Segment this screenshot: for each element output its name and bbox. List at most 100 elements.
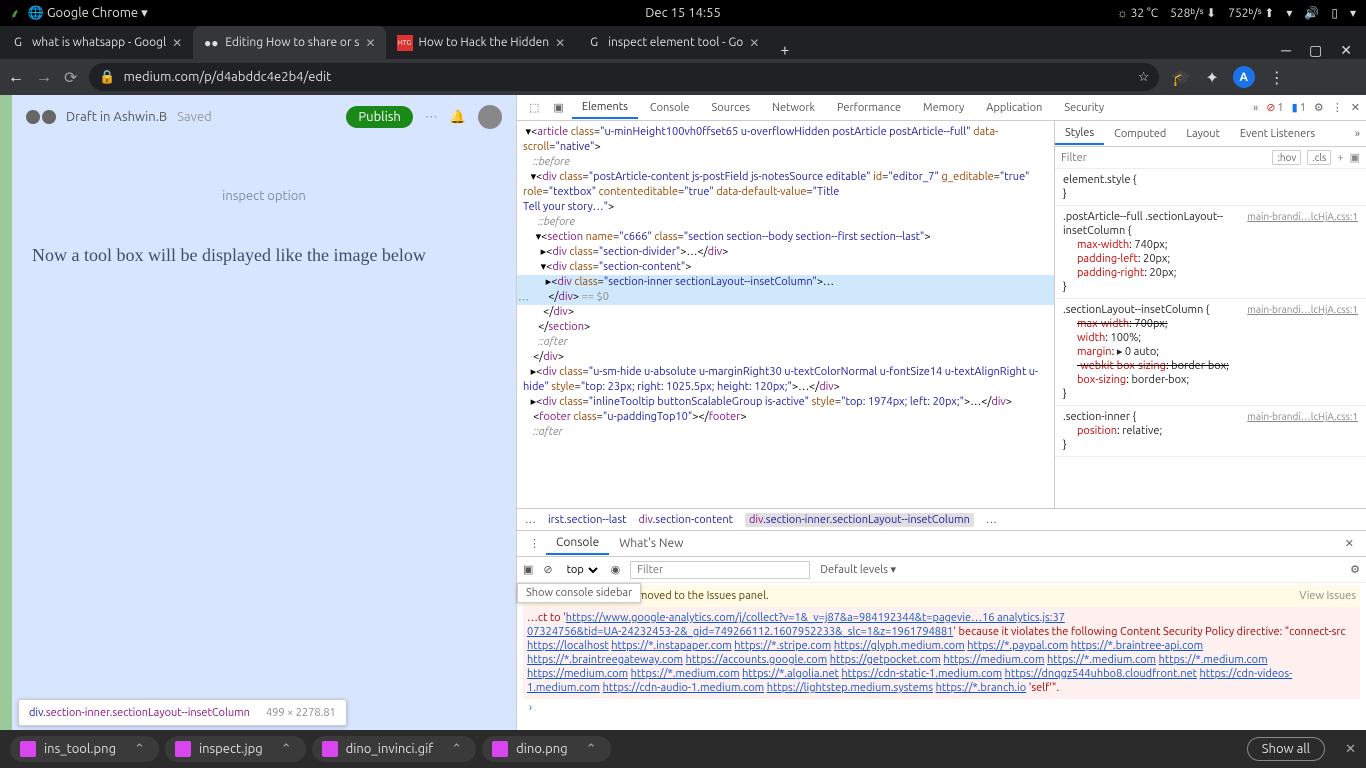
tab-network[interactable]: Network — [762, 98, 825, 118]
chevron-up-icon[interactable]: ⌃ — [134, 742, 145, 757]
info-count[interactable]: ▮1 — [1292, 101, 1306, 114]
live-expression-icon[interactable]: ◉ — [611, 563, 621, 576]
tab-performance[interactable]: Performance — [827, 98, 911, 118]
window-close-button[interactable]: ✕ — [1340, 42, 1352, 59]
settings-gear-icon[interactable]: ⚙ — [1314, 101, 1324, 114]
wifi-icon[interactable]: ▾ — [1286, 6, 1292, 20]
tab-security[interactable]: Security — [1054, 98, 1114, 118]
tab-application[interactable]: Application — [976, 98, 1052, 118]
tab-elements[interactable]: Elements — [572, 97, 638, 119]
browser-tab[interactable]: HTGHow to Hack the Hidden✕ — [387, 26, 576, 59]
net-down: 528ᵇ/ˢ ⬇ — [1170, 6, 1216, 20]
new-tab-button[interactable]: + — [770, 41, 799, 59]
close-icon[interactable]: ✕ — [365, 36, 375, 50]
more-icon[interactable]: ⋯ — [425, 110, 438, 125]
medium-editor-header: Draft in Ashwin.B Saved Publish ⋯ 🔔 — [12, 95, 516, 139]
download-item[interactable]: inspect.jpg⌃ — [165, 736, 306, 762]
close-icon[interactable]: ✕ — [749, 36, 759, 50]
chevron-up-icon[interactable]: ⌃ — [281, 742, 292, 757]
execution-context-select[interactable]: top — [563, 563, 601, 577]
element-inspector-tooltip: div.section-inner.sectionLayout--insetCo… — [18, 699, 347, 726]
console-sidebar-toggle[interactable]: ▣ — [523, 563, 533, 576]
device-toolbar-icon[interactable]: ▣ — [547, 101, 569, 114]
google-favicon: G — [10, 35, 26, 51]
extension-icon[interactable]: 🎓 — [1171, 68, 1191, 87]
download-item[interactable]: dino.png⌃ — [482, 736, 610, 762]
drawer-tab-whatsnew[interactable]: What's New — [609, 533, 693, 554]
drawer-menu-icon[interactable]: ⋮ — [523, 537, 546, 550]
devtools-menu-icon[interactable]: ⋮ — [1332, 101, 1343, 114]
style-rules[interactable]: element.style {}main-brandi…lcHjA.css:1.… — [1055, 169, 1366, 508]
clear-console-icon[interactable]: ⊘ — [543, 563, 552, 576]
chrome-toolbar: ← → ⟳ 🔒 medium.com/p/d4abddc4e2b4/edit ☆… — [0, 59, 1366, 95]
tab-console[interactable]: Console — [640, 98, 700, 118]
bookmark-star-icon[interactable]: ☆ — [1138, 70, 1150, 85]
minimize-button[interactable]: ─ — [1281, 42, 1291, 59]
back-button[interactable]: ← — [8, 68, 24, 87]
medium-favicon: ●● — [203, 35, 219, 51]
downloads-bar: ins_tool.png⌃inspect.jpg⌃dino_invinci.gi… — [0, 730, 1366, 768]
console-prompt[interactable]: › — [523, 699, 1360, 717]
profile-avatar[interactable]: A — [1233, 66, 1255, 88]
chrome-menu-icon[interactable]: ⋮ — [1269, 68, 1285, 87]
tab-computed[interactable]: Computed — [1104, 124, 1176, 144]
show-all-downloads-button[interactable]: Show all — [1247, 737, 1325, 761]
forward-button[interactable]: → — [36, 68, 52, 87]
more-tabs-icon[interactable]: » — [1349, 128, 1366, 140]
extensions-puzzle-icon[interactable]: ✦ — [1205, 68, 1218, 87]
tab-sources[interactable]: Sources — [702, 98, 761, 118]
chrome-app-menu[interactable]: 🌐 Google Chrome ▾ — [28, 6, 148, 21]
saved-label: Saved — [177, 110, 212, 124]
download-item[interactable]: dino_invinci.gif⌃ — [312, 736, 477, 762]
maximize-button[interactable]: ▢ — [1309, 42, 1322, 59]
inspect-element-icon[interactable]: ⬚ — [523, 101, 545, 114]
console-output[interactable]: View Issues… matches have been moved to … — [517, 583, 1366, 730]
address-bar[interactable]: 🔒 medium.com/p/d4abddc4e2b4/edit ☆ — [89, 63, 1159, 91]
more-tabs-icon[interactable]: » — [1253, 102, 1258, 114]
tab-styles[interactable]: Styles — [1055, 123, 1104, 145]
power-menu[interactable]: ▾ — [1350, 6, 1356, 20]
error-count[interactable]: ⊘1 — [1266, 101, 1283, 114]
devtools-close-icon[interactable]: ✕ — [1351, 101, 1360, 114]
tab-layout[interactable]: Layout — [1176, 124, 1230, 144]
close-downloads-bar-icon[interactable]: ✕ — [1345, 742, 1356, 757]
dom-tree[interactable]: ⋯ ▾<article class="u-minHeight100vh0ffse… — [517, 121, 1054, 508]
dom-breadcrumb[interactable]: … irst.section--last div.section-content… — [517, 508, 1366, 530]
new-style-icon[interactable]: + — [1337, 152, 1343, 164]
close-icon[interactable]: ✕ — [555, 36, 565, 50]
close-icon[interactable]: ✕ — [172, 36, 182, 50]
styles-pane: Styles Computed Layout Event Listeners »… — [1054, 121, 1366, 508]
chevron-up-icon[interactable]: ⌃ — [451, 742, 462, 757]
styles-more-icon[interactable]: ▣ — [1350, 151, 1360, 164]
download-item[interactable]: ins_tool.png⌃ — [10, 736, 159, 762]
file-icon — [175, 741, 191, 757]
medium-logo[interactable] — [26, 110, 56, 124]
notifications-icon[interactable]: 🔔 — [450, 110, 466, 125]
dom-ellipsis-icon[interactable]: ⋯ — [518, 293, 528, 308]
battery-icon[interactable]: ▯ — [1331, 6, 1338, 20]
volume-icon[interactable]: 🔊 — [1304, 6, 1319, 20]
publish-button[interactable]: Publish — [346, 106, 412, 128]
chevron-up-icon[interactable]: ⌃ — [586, 742, 597, 757]
console-warning: View Issues… matches have been moved to … — [523, 585, 1360, 607]
hov-toggle[interactable]: :hov — [1272, 150, 1301, 165]
devtools-panel: ⬚ ▣ Elements Console Sources Network Per… — [516, 95, 1366, 730]
browser-tab[interactable]: Ginspect element tool - Go✕ — [576, 26, 769, 59]
styles-filter-input[interactable] — [1061, 152, 1266, 164]
cls-toggle[interactable]: .cls — [1307, 150, 1331, 165]
drawer-tab-console[interactable]: Console — [546, 532, 609, 555]
clock[interactable]: Dec 15 14:55 — [645, 6, 721, 20]
reload-button[interactable]: ⟳ — [64, 68, 77, 87]
tab-eventlisteners[interactable]: Event Listeners — [1230, 124, 1325, 144]
console-filter-input[interactable] — [630, 561, 810, 579]
browser-tab[interactable]: Gwhat is whatsapp - Googl✕ — [0, 26, 192, 59]
draft-label: Draft in Ashwin.B — [66, 110, 167, 124]
weather: ☼ 32 °C — [1117, 6, 1158, 20]
tab-memory[interactable]: Memory — [913, 98, 974, 118]
activities-icon[interactable]: ⸙ — [10, 4, 20, 22]
console-settings-icon[interactable]: ⚙ — [1350, 563, 1360, 576]
user-avatar[interactable] — [478, 105, 502, 129]
drawer-close-icon[interactable]: ✕ — [1339, 537, 1360, 550]
browser-tab-active[interactable]: ●●Editing How to share or s✕ — [193, 26, 385, 59]
log-levels-select[interactable]: Default levels ▾ — [820, 563, 896, 576]
